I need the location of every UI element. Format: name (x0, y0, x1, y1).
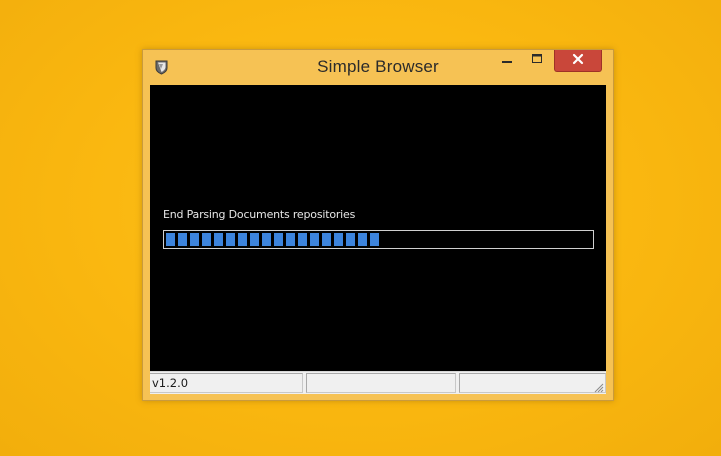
statusbar-panel-2 (306, 373, 456, 393)
maximize-button[interactable] (523, 50, 551, 72)
maximize-icon (531, 52, 543, 70)
minimize-icon (501, 52, 513, 70)
close-button[interactable] (554, 50, 602, 72)
statusbar-panel-3 (459, 373, 606, 393)
content-area: End Parsing Documents repositories (150, 85, 606, 371)
progress-fill (166, 233, 379, 246)
title-bar[interactable]: Simple Browser (143, 50, 613, 84)
progress-bar (163, 230, 594, 249)
status-bar: v1.2.0 (150, 371, 606, 394)
resize-grip-icon[interactable] (592, 380, 604, 393)
minimize-button[interactable] (493, 50, 521, 72)
statusbar-version: v1.2.0 (150, 373, 303, 393)
app-window: Simple Browser End Parsing Documents rep… (142, 49, 614, 401)
status-message: End Parsing Documents repositories (163, 208, 356, 221)
close-icon (572, 52, 584, 70)
